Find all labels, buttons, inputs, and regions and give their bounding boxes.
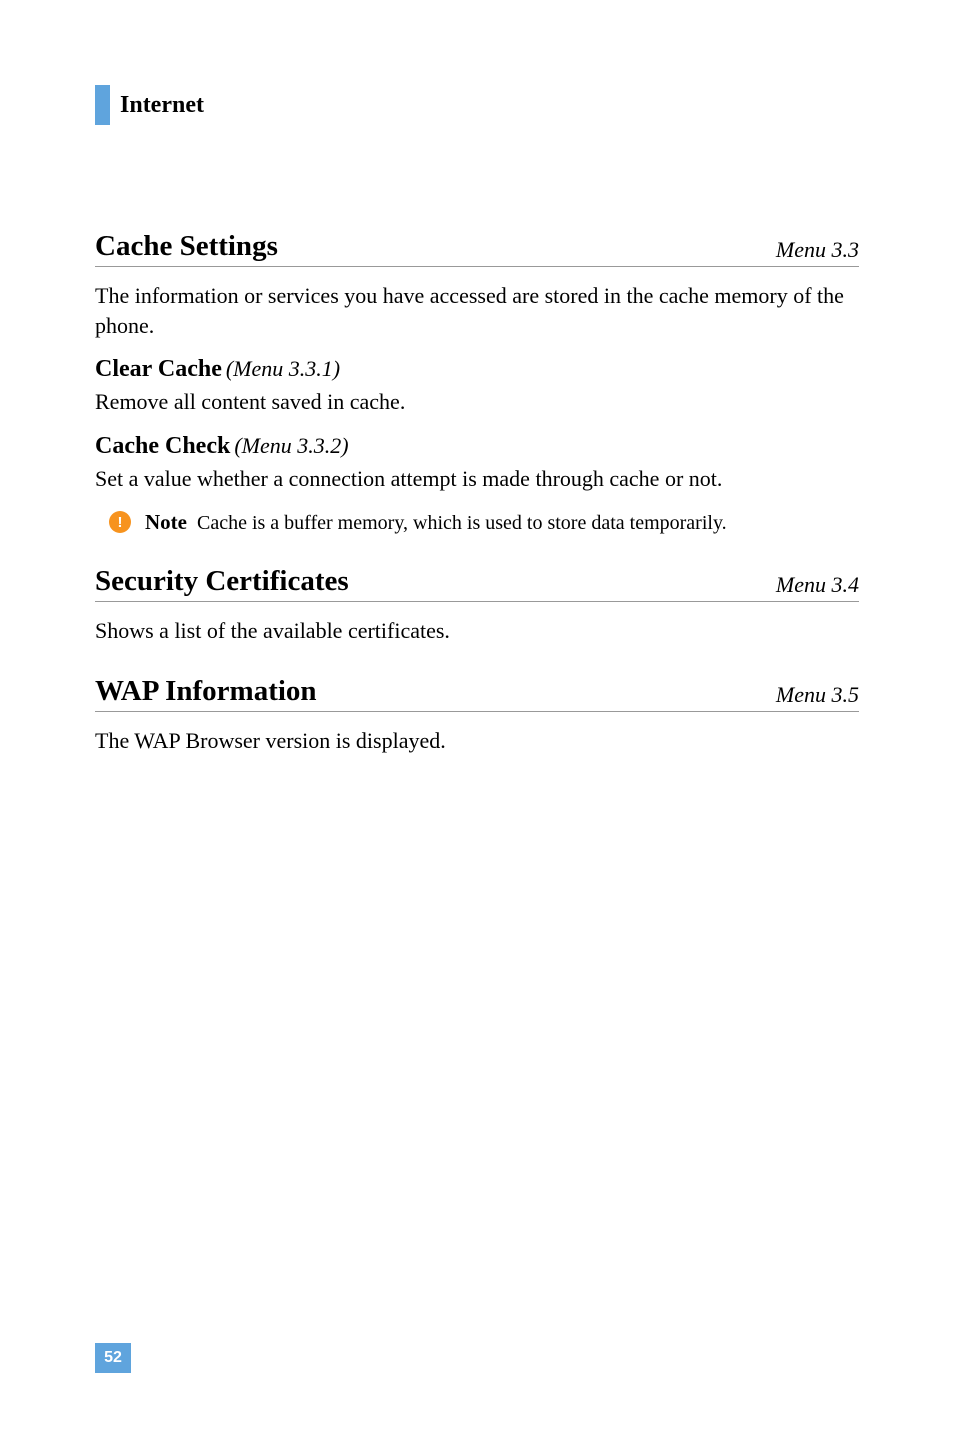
page-number: 52: [95, 1343, 131, 1373]
note-callout: ! Note Cache is a buffer memory, which i…: [109, 510, 859, 535]
note-label: Note: [145, 510, 187, 534]
topic-menu-ref: Menu 3.3: [776, 237, 859, 263]
topic-title: Security Certificates: [95, 565, 349, 598]
topic-row: WAP Information Menu 3.5: [95, 675, 859, 712]
accent-bar: [95, 85, 110, 125]
note-content: Note Cache is a buffer memory, which is …: [145, 510, 727, 535]
topic-title: WAP Information: [95, 675, 317, 708]
subsection-heading: Cache Check: [95, 433, 230, 459]
subsection-ref: (Menu 3.3.2): [234, 433, 348, 458]
subsection-text: Remove all content saved in cache.: [95, 387, 859, 417]
topic-intro: Shows a list of the available certificat…: [95, 616, 859, 646]
topic-menu-ref: Menu 3.4: [776, 572, 859, 598]
topic-row: Security Certificates Menu 3.4: [95, 565, 859, 602]
section-security-certificates: Security Certificates Menu 3.4 Shows a l…: [95, 565, 859, 646]
section-wap-information: WAP Information Menu 3.5 The WAP Browser…: [95, 675, 859, 756]
topic-title: Cache Settings: [95, 230, 278, 263]
subsection-text: Set a value whether a connection attempt…: [95, 464, 859, 494]
alert-icon: !: [109, 511, 131, 533]
topic-intro: The information or services you have acc…: [95, 281, 859, 340]
topic-menu-ref: Menu 3.5: [776, 682, 859, 708]
note-text: Cache is a buffer memory, which is used …: [197, 512, 727, 534]
subsection-ref: (Menu 3.3.1): [226, 356, 340, 381]
page-header: Internet: [95, 85, 859, 125]
section-title: Internet: [120, 92, 204, 119]
topic-row: Cache Settings Menu 3.3: [95, 230, 859, 267]
topic-intro: The WAP Browser version is displayed.: [95, 726, 859, 756]
subsection-heading-row: Clear Cache (Menu 3.3.1): [95, 356, 859, 383]
alert-icon-glyph: !: [118, 514, 123, 531]
subsection-heading-row: Cache Check (Menu 3.3.2): [95, 433, 859, 460]
section-cache-settings: Cache Settings Menu 3.3 The information …: [95, 230, 859, 535]
subsection-heading: Clear Cache: [95, 356, 222, 382]
